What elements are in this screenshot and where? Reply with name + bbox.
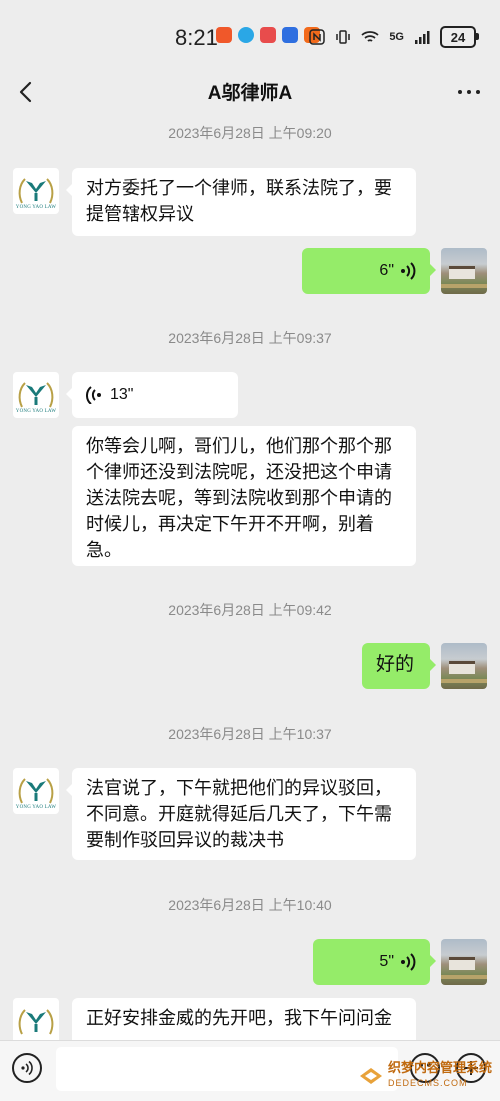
- shopping-app-icon: [260, 27, 276, 43]
- battery-indicator: 24: [440, 26, 479, 48]
- signal-icon: [415, 31, 430, 44]
- message-bubble-left[interactable]: 你等会儿啊，哥们儿，他们那个那个那个律师还没到法院呢，还没把这个申请送法院去呢，…: [72, 426, 416, 566]
- voice-duration: 5": [379, 953, 394, 970]
- message-timestamp: 2023年6月28日 上午09:20: [168, 125, 332, 141]
- watermark: 织梦内容管理系统 DEDECMS.COM: [358, 1062, 492, 1090]
- message-bubble-left[interactable]: 法官说了，下午就把他们的异议驳回，不同意。开庭就得延后几天了，下午需要制作驳回异…: [66, 768, 416, 860]
- browser-app-icon: [238, 27, 254, 43]
- logo-text: YONG YAO LAW: [15, 204, 57, 210]
- voice-message-right[interactable]: 6": [302, 248, 436, 294]
- message-text: 对方委托了一个律师，联系法院了，要提管辖权异议: [86, 178, 392, 225]
- voice-wave-icon: [86, 386, 101, 404]
- message-input[interactable]: [56, 1047, 398, 1091]
- chat-header: A邬律师A: [0, 70, 500, 114]
- user-avatar[interactable]: [441, 643, 487, 689]
- status-indicators: 5G 24: [309, 26, 479, 48]
- contact-avatar[interactable]: YONG YAO LAW: [13, 372, 59, 418]
- voice-message-right[interactable]: 5": [313, 939, 436, 985]
- message-bubble-left[interactable]: 正好安排金威的先开吧，我下午问问金: [72, 998, 416, 1046]
- bulb-app-icon: [282, 27, 298, 43]
- logo-text: YONG YAO LAW: [15, 408, 57, 414]
- watermark-title: 织梦内容管理系统: [387, 1061, 492, 1076]
- voice-duration: 6": [379, 262, 394, 279]
- message-text: 正好安排金威的先开吧，我下午问问金: [86, 1008, 392, 1029]
- chat-title: A邬律师A: [207, 83, 293, 104]
- voice-wave-icon: [401, 953, 416, 971]
- voice-toggle-icon[interactable]: [12, 1053, 42, 1083]
- user-avatar[interactable]: [441, 248, 487, 294]
- law-firm-logo-icon: [18, 777, 54, 803]
- taobao-app-icon: [216, 27, 232, 43]
- watermark-url: DEDECMS.COM: [387, 1078, 468, 1088]
- law-firm-logo-icon: [18, 381, 54, 407]
- law-firm-logo-icon: [18, 177, 54, 203]
- nfc-icon: [309, 29, 326, 45]
- logo-text: YONG YAO LAW: [15, 804, 57, 810]
- battery-level: 24: [450, 29, 466, 45]
- message-timestamp: 2023年6月28日 上午09:37: [168, 330, 332, 346]
- message-text: 法官说了，下午就把他们的异议驳回，不同意。开庭就得延后几天了，下午需要制作驳回异…: [86, 778, 392, 851]
- message-timestamp: 2023年6月28日 上午10:40: [168, 897, 332, 913]
- message-timestamp: 2023年6月28日 上午09:42: [168, 602, 332, 618]
- vibrate-icon: [336, 30, 351, 44]
- voice-wave-icon: [401, 262, 416, 280]
- status-time: 8:21: [175, 25, 218, 50]
- network-type: 5G: [389, 31, 404, 43]
- more-dots-icon[interactable]: [458, 90, 480, 94]
- message-text: 你等会儿啊，哥们儿，他们那个那个那个律师还没到法院呢，还没把这个申请送法院去呢，…: [86, 436, 392, 561]
- user-avatar[interactable]: [441, 939, 487, 985]
- contact-avatar[interactable]: YONG YAO LAW: [13, 168, 59, 214]
- message-text: 好的: [376, 653, 415, 675]
- message-timestamp: 2023年6月28日 上午10:37: [168, 726, 332, 742]
- status-app-icons: [216, 27, 320, 43]
- voice-message-left[interactable]: 13": [66, 372, 238, 418]
- law-firm-logo-icon: [18, 1009, 54, 1035]
- message-bubble-right[interactable]: 好的: [362, 643, 436, 689]
- voice-duration: 13": [110, 386, 134, 403]
- contact-avatar[interactable]: YONG YAO LAW: [13, 768, 59, 814]
- watermark-logo-icon: [359, 1068, 382, 1084]
- wifi-icon: [361, 31, 379, 42]
- contact-avatar[interactable]: [13, 998, 59, 1044]
- message-bubble-left[interactable]: 对方委托了一个律师，联系法院了，要提管辖权异议: [66, 168, 416, 236]
- status-bar: 8:21 5G 24: [0, 0, 500, 70]
